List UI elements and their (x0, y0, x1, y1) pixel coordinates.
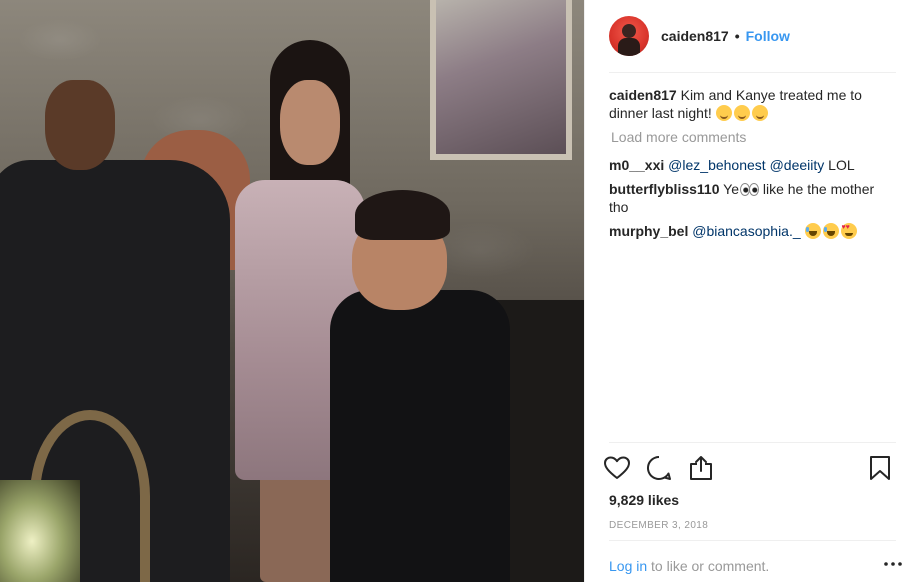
comment-button[interactable] (643, 452, 675, 484)
smiling-face-icon (715, 105, 732, 121)
actions-divider (609, 442, 896, 443)
avatar[interactable] (609, 16, 649, 56)
smiling-face-icon (751, 105, 768, 121)
login-prompt: Log in to like or comment. (609, 558, 896, 574)
caption-username[interactable]: caiden817 (609, 87, 677, 103)
instagram-post: caiden817 • Follow caiden817 Kim and Kan… (0, 0, 917, 582)
post-photo[interactable] (0, 0, 584, 582)
bookmark-icon (870, 456, 890, 480)
comment-username[interactable]: murphy_bel (609, 223, 688, 239)
share-icon (690, 456, 712, 480)
photo-person-right (330, 190, 510, 582)
action-bar (601, 452, 896, 484)
tears-of-joy-icon (804, 223, 821, 239)
comments-list: caiden817 Kim and Kanye treated me to di… (609, 86, 896, 246)
list-item: butterflybliss110 Ye like he the mother … (609, 180, 896, 216)
comment-username[interactable]: butterflybliss110 (609, 181, 720, 197)
header-divider (609, 72, 896, 73)
like-button[interactable] (601, 452, 633, 484)
comment-text: LOL (828, 157, 855, 173)
header-separator: • (734, 28, 740, 44)
author-username[interactable]: caiden817 (661, 28, 729, 44)
eyes-icon (739, 182, 759, 196)
comment-username[interactable]: m0__xxi (609, 157, 664, 173)
likes-count[interactable]: 9,829 likes (609, 492, 679, 508)
follow-button[interactable]: Follow (746, 28, 790, 44)
comment-mention[interactable]: @lez_behonest (668, 157, 766, 173)
comment-icon (647, 455, 671, 480)
login-prompt-text: to like or comment. (651, 558, 770, 574)
post-date[interactable]: DECEMBER 3, 2018 (609, 520, 708, 531)
share-button[interactable] (685, 452, 717, 484)
post-side-panel: caiden817 • Follow caiden817 Kim and Kan… (584, 0, 917, 582)
comment-mention[interactable]: @deeiity (770, 157, 825, 173)
load-more-comments-button[interactable]: Load more comments (611, 128, 896, 146)
photo-lamp (0, 480, 80, 582)
more-options-icon (884, 562, 902, 566)
save-button[interactable] (864, 452, 896, 484)
list-item: murphy_bel @biancasophia._ (609, 222, 896, 240)
comment-mention[interactable]: @biancasophia._ (692, 223, 800, 239)
list-item: m0__xxi @lez_behonest @deeiity LOL (609, 156, 896, 174)
bottom-divider (609, 540, 896, 541)
comment-text: Ye (723, 181, 739, 197)
more-options-button[interactable] (881, 556, 905, 572)
tears-of-joy-icon (822, 223, 839, 239)
heart-icon (604, 456, 630, 479)
post-header: caiden817 • Follow (585, 0, 917, 72)
photo-wall-art (430, 0, 572, 160)
smiling-face-icon (733, 105, 750, 121)
caption: caiden817 Kim and Kanye treated me to di… (609, 86, 896, 122)
heart-eyes-icon (840, 223, 857, 239)
login-link[interactable]: Log in (609, 558, 647, 574)
